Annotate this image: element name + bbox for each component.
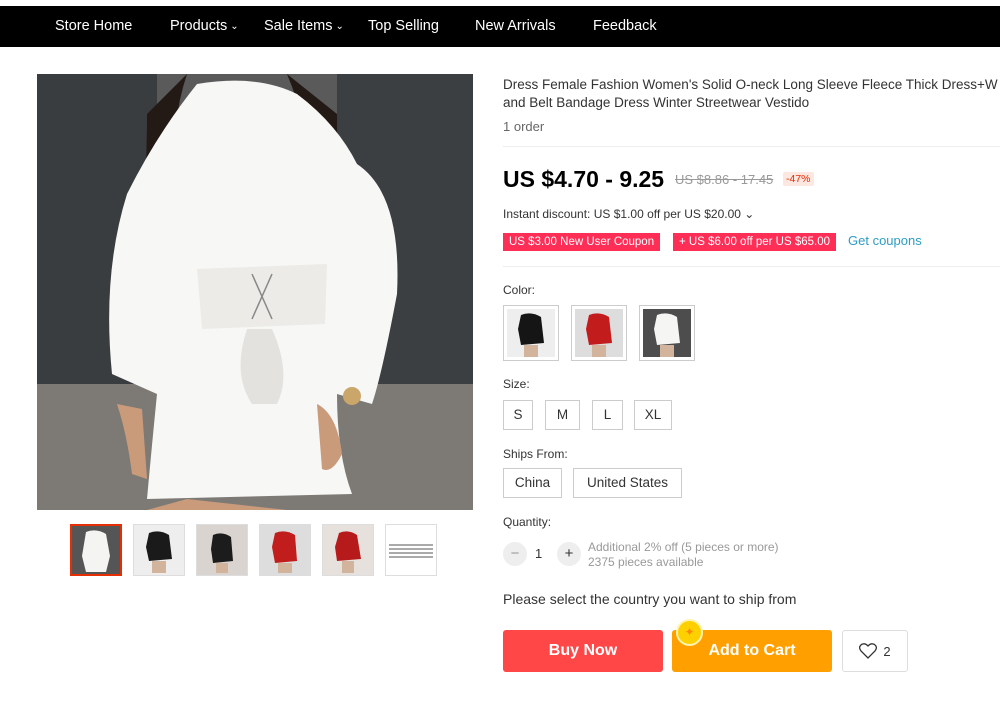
- wishlist-count: 2: [883, 643, 891, 659]
- size-chart-image: [386, 525, 436, 575]
- color-swatch-red[interactable]: [571, 305, 627, 361]
- thumbnail-strip: [70, 524, 437, 576]
- price: US $4.70 - 9.25: [503, 166, 665, 192]
- get-coupons-link[interactable]: Get coupons: [848, 233, 922, 248]
- divider: [503, 266, 1000, 267]
- ship-from-united-states[interactable]: United States: [573, 468, 682, 498]
- product-title-line-1: Dress Female Fashion Women's Solid O-nec…: [503, 77, 998, 92]
- size-l[interactable]: L: [592, 400, 623, 430]
- thumbnail-image: [323, 525, 373, 575]
- nav-sale-items[interactable]: Sale Items ⌄: [264, 6, 344, 47]
- product-title: Dress Female Fashion Women's Solid O-nec…: [503, 76, 1000, 112]
- buy-now-button[interactable]: Buy Now: [503, 630, 663, 672]
- size-s[interactable]: S: [503, 400, 533, 430]
- quantity-increase-button[interactable]: +: [557, 542, 581, 566]
- bulk-discount-note: Additional 2% off (5 pieces or more): [588, 540, 779, 554]
- sparkle-icon: ✦: [676, 619, 703, 646]
- original-price: US $8.86 - 17.45: [675, 172, 774, 187]
- thumbnail-image: [72, 526, 120, 574]
- thumbnail-image: [197, 525, 247, 575]
- quantity-label: Quantity:: [503, 515, 552, 529]
- product-main-image[interactable]: [37, 74, 473, 510]
- color-black-image: [507, 309, 555, 357]
- size-label: Size:: [503, 377, 530, 391]
- thumbnail-black[interactable]: [133, 524, 185, 576]
- nav-store-home[interactable]: Store Home: [55, 6, 132, 47]
- thumbnail-white[interactable]: [70, 524, 122, 576]
- color-swatch-black[interactable]: [503, 305, 559, 361]
- nav-feedback[interactable]: Feedback: [593, 6, 657, 47]
- size-xl[interactable]: XL: [634, 400, 672, 430]
- nav-label: Store Home: [55, 18, 133, 34]
- stock-available: 2375 pieces available: [588, 555, 704, 569]
- nav-top-selling[interactable]: Top Selling: [368, 6, 439, 47]
- store-nav-bar: Store Home Products ⌄ Sale Items ⌄ Top Sel…: [0, 6, 1000, 47]
- product-title-line-2: and Belt Bandage Dress Winter Streetwear…: [503, 95, 810, 110]
- new-user-coupon[interactable]: US $3.00 New User Coupon: [503, 233, 661, 251]
- chevron-down-icon: ⌄: [335, 21, 344, 32]
- heart-icon: [859, 643, 878, 659]
- color-red-image: [575, 309, 623, 357]
- nav-label: Top Selling: [368, 18, 439, 34]
- nav-label: Feedback: [593, 18, 657, 34]
- instant-discount[interactable]: Instant discount: US $1.00 off per US $2…: [503, 207, 754, 221]
- spend-coupon[interactable]: + US $6.00 off per US $65.00: [673, 233, 836, 251]
- chevron-down-icon: ⌄: [230, 21, 239, 32]
- color-label: Color:: [503, 283, 536, 297]
- nav-label: Products: [170, 18, 228, 34]
- color-white-image: [643, 309, 691, 357]
- ship-from-china[interactable]: China: [503, 468, 562, 498]
- nav-products[interactable]: Products ⌄: [170, 6, 239, 47]
- color-swatch-white[interactable]: [639, 305, 695, 361]
- wishlist-button[interactable]: 2: [842, 630, 908, 672]
- thumbnail-size-chart[interactable]: [385, 524, 437, 576]
- thumbnail-image: [134, 525, 184, 575]
- quantity-decrease-button[interactable]: −: [503, 542, 527, 566]
- thumbnail-red-2[interactable]: [322, 524, 374, 576]
- thumbnail-red[interactable]: [259, 524, 311, 576]
- size-m[interactable]: M: [545, 400, 580, 430]
- divider: [503, 146, 1000, 147]
- thumbnail-black-2[interactable]: [196, 524, 248, 576]
- quantity-value[interactable]: 1: [535, 546, 542, 561]
- ships-from-label: Ships From:: [503, 447, 568, 461]
- ship-country-message: Please select the country you want to sh…: [503, 591, 797, 607]
- thumbnail-image: [260, 525, 310, 575]
- nav-new-arrivals[interactable]: New Arrivals: [475, 6, 556, 47]
- product-photo: [37, 74, 473, 510]
- order-count: 1 order: [503, 119, 545, 134]
- nav-label: New Arrivals: [475, 18, 556, 34]
- nav-label: Sale Items: [264, 18, 333, 34]
- discount-badge: -47%: [783, 172, 814, 186]
